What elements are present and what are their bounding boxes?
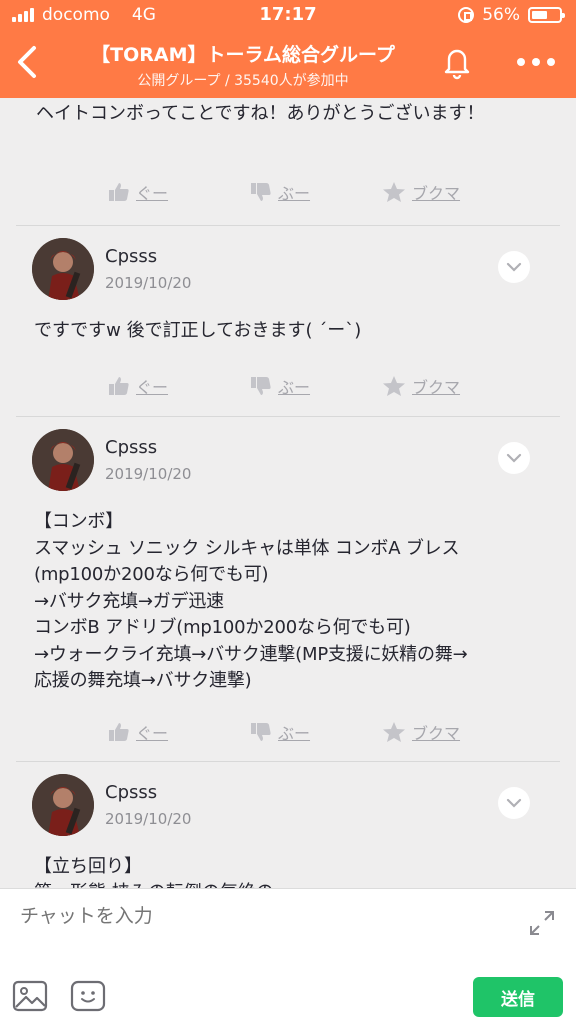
more-menu-icon[interactable]	[516, 50, 556, 74]
chevron-down-icon[interactable]	[498, 787, 530, 819]
thumbs-down-icon	[251, 723, 271, 741]
good-button[interactable]: ぐー	[108, 720, 168, 744]
send-button[interactable]: 送信	[473, 977, 563, 1017]
divider	[16, 225, 560, 226]
bookmark-label: ブクマ	[412, 184, 461, 203]
avatar[interactable]	[32, 238, 94, 300]
group-subtitle: 公開グループ / 35540人が参加中	[137, 73, 349, 89]
chat-input[interactable]	[20, 905, 480, 927]
divider	[16, 416, 560, 417]
reaction-row: ぐー ぶー ブクマ	[0, 374, 576, 414]
good-label: ぐー	[136, 724, 169, 743]
good-label: ぐー	[136, 184, 169, 203]
battery-percent: 56%	[482, 5, 520, 25]
header-area: docomo 4G 17:17 56% 【TORAM】トーラム総合グループ 公開…	[0, 0, 576, 98]
image-icon[interactable]	[12, 979, 48, 1013]
star-icon	[383, 182, 405, 202]
boo-label: ぶー	[278, 724, 311, 743]
message-text: ですですw 後で訂正しておきます( ´ー`)	[34, 318, 548, 344]
message-line: 【立ち回り】	[34, 856, 142, 877]
good-button[interactable]: ぐー	[108, 374, 168, 398]
back-chevron-icon[interactable]	[10, 42, 46, 82]
chat-input-bar: 送信	[0, 888, 576, 1024]
thumbs-down-icon	[251, 183, 271, 201]
message-text: 【コンボ】 スマッシュ ソニック シルキャは単体 コンボA ブレス (mp100…	[34, 509, 548, 695]
user-name[interactable]: Cpsss	[105, 437, 157, 458]
group-title: 【TORAM】トーラム総合グループ	[91, 44, 395, 66]
message-line: ですですw 後で訂正しておきます( ´ー`)	[34, 320, 362, 341]
chevron-down-icon[interactable]	[498, 442, 530, 474]
message-line: 【コンボ】	[34, 511, 123, 532]
boo-label: ぶー	[278, 184, 311, 203]
reaction-row: ぐー ぶー ブクマ	[0, 720, 576, 760]
message-line: →バサク充填→ガデ迅速	[34, 590, 224, 612]
message-line: スマッシュ ソニック シルキャは単体 コンボA ブレス	[34, 537, 460, 559]
bell-icon[interactable]	[440, 44, 474, 80]
status-bar: docomo 4G 17:17 56%	[0, 0, 576, 30]
message-line: コンボB アドリブ(mp100か200なら何でも可)	[34, 617, 411, 638]
expand-icon[interactable]	[528, 909, 556, 937]
avatar[interactable]	[32, 774, 94, 836]
bookmark-label: ブクマ	[412, 724, 461, 743]
bookmark-label: ブクマ	[412, 378, 461, 397]
boo-button[interactable]: ぶー	[250, 374, 310, 398]
good-label: ぐー	[136, 378, 169, 397]
avatar[interactable]	[32, 429, 94, 491]
boo-button[interactable]: ぶー	[250, 180, 310, 204]
message-text: ヘイトコンボってことですね！ありがとうございます！	[36, 103, 485, 124]
nav-bar: 【TORAM】トーラム総合グループ 公開グループ / 35540人が参加中	[0, 30, 576, 98]
message-line: 応援の舞充填→バサク連撃)	[34, 670, 252, 691]
divider	[16, 761, 560, 762]
good-button[interactable]: ぐー	[108, 180, 168, 204]
rotation-lock-icon	[458, 7, 475, 23]
user-name[interactable]: Cpsss	[105, 782, 157, 803]
thumbs-up-icon	[109, 377, 129, 395]
bookmark-button[interactable]: ブクマ	[382, 374, 460, 398]
boo-label: ぶー	[278, 378, 311, 397]
message-line: (mp100か200なら何でも可)	[34, 564, 269, 585]
post-date: 2019/10/20	[105, 274, 192, 292]
message-line: →ウォークライ充填→バサク連撃(MP支援に妖精の舞→	[34, 643, 468, 665]
message-text: 【立ち回り】 第一形態 挟みの転倒の気絶の	[34, 854, 548, 888]
message-line: 第一形態 挟みの転倒の気絶の	[34, 880, 548, 888]
message-feed[interactable]: ヘイトコンボってことですね！ありがとうございます！ ぐー ぶー ブクマ Cpss…	[0, 98, 576, 888]
reaction-row: ぐー ぶー ブクマ	[0, 180, 576, 220]
bookmark-button[interactable]: ブクマ	[382, 180, 460, 204]
user-name[interactable]: Cpsss	[105, 246, 157, 267]
bookmark-button[interactable]: ブクマ	[382, 720, 460, 744]
star-icon	[383, 376, 405, 396]
thumbs-up-icon	[109, 723, 129, 741]
boo-button[interactable]: ぶー	[250, 720, 310, 744]
sticker-icon[interactable]	[70, 979, 106, 1013]
group-title-block: 【TORAM】トーラム総合グループ 公開グループ / 35540人が参加中	[70, 40, 416, 90]
thumbs-up-icon	[109, 183, 129, 201]
star-icon	[383, 722, 405, 742]
battery-icon	[528, 7, 565, 23]
thumbs-down-icon	[251, 377, 271, 395]
post-date: 2019/10/20	[105, 810, 192, 828]
post-date: 2019/10/20	[105, 465, 192, 483]
chevron-down-icon[interactable]	[498, 251, 530, 283]
